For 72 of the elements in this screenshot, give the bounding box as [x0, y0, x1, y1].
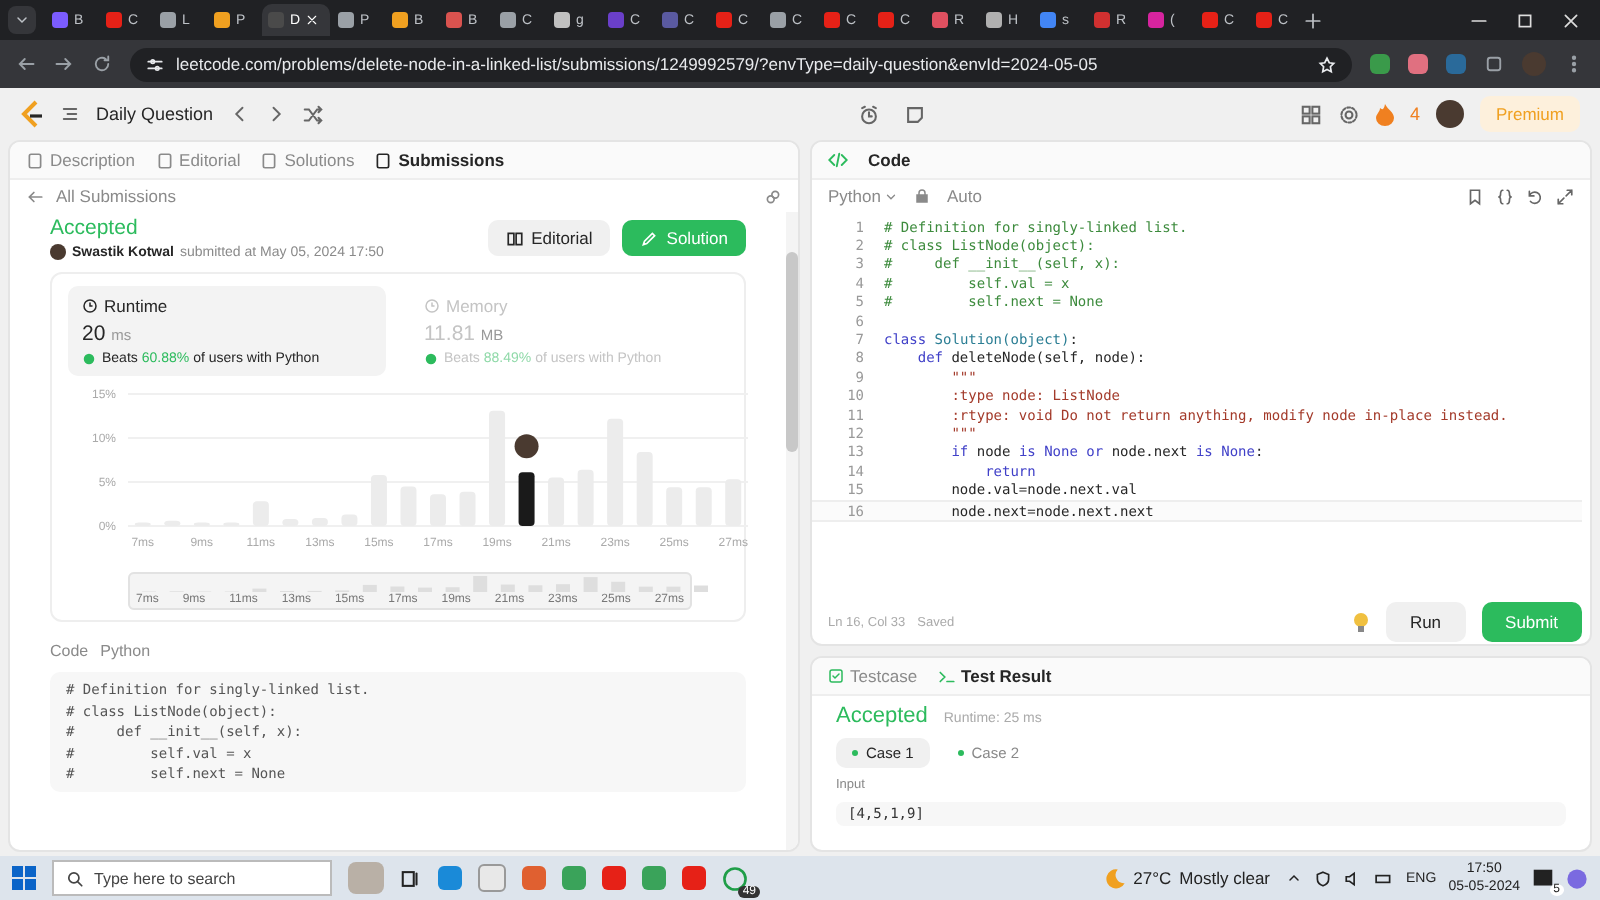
- list-icon[interactable]: [60, 104, 80, 124]
- chevron-down-icon: [14, 12, 30, 28]
- clock-icon: [82, 298, 98, 314]
- avatar-marker: [514, 434, 539, 459]
- reload-icon[interactable]: [92, 54, 112, 74]
- back-arrow-icon[interactable]: [26, 187, 44, 205]
- flame-icon: [1375, 103, 1394, 125]
- shuffle-icon[interactable]: [301, 103, 324, 125]
- alarm-clock-icon[interactable]: [857, 103, 880, 125]
- app-icon[interactable]: [682, 866, 706, 890]
- stat-title: Runtime: [104, 296, 168, 316]
- shield-icon[interactable]: [1314, 869, 1333, 887]
- panel-tab[interactable]: Submissions: [374, 150, 505, 170]
- windows-start-icon[interactable]: [12, 866, 36, 890]
- app-icon[interactable]: [438, 866, 462, 890]
- terminal-icon: [937, 667, 956, 685]
- copilot-icon[interactable]: [1566, 867, 1588, 889]
- logo-icon[interactable]: [20, 100, 44, 128]
- back-arrow-icon[interactable]: [16, 54, 36, 74]
- code-label: Code: [50, 642, 89, 660]
- battery-icon[interactable]: [1374, 869, 1395, 887]
- highlighted-bar: [518, 472, 535, 526]
- panel-title: Code: [868, 150, 911, 170]
- undo-icon[interactable]: [1526, 187, 1544, 205]
- edit-icon: [640, 229, 659, 247]
- task-view-icon[interactable]: [400, 867, 422, 889]
- settings-icon[interactable]: [1337, 103, 1360, 125]
- plus-icon[interactable]: [1304, 11, 1322, 29]
- chevron-up-icon[interactable]: [1286, 870, 1303, 886]
- grid-icon[interactable]: [1299, 103, 1322, 125]
- result-status: Accepted: [836, 704, 928, 728]
- streak-count: 4: [1409, 104, 1420, 124]
- chevron-down-icon: [884, 189, 899, 203]
- expand-icon[interactable]: [1556, 187, 1574, 205]
- status-dot-icon: [852, 750, 858, 756]
- braces-icon[interactable]: [1496, 187, 1514, 205]
- link-icon[interactable]: [764, 187, 782, 205]
- temperature: 27°C: [1133, 868, 1172, 888]
- all-submissions-link[interactable]: All Submissions: [56, 186, 176, 206]
- search-icon: [66, 869, 84, 887]
- code-icon: [828, 150, 848, 170]
- address-bar[interactable]: leetcode.com/problems/delete-node-in-a-linked-list/submissions/1249992579/?envType=daily-question&envId=2024-05-05: [130, 47, 1352, 81]
- maximize-icon[interactable]: [1516, 11, 1534, 29]
- profile-avatar[interactable]: [1435, 100, 1464, 128]
- star-icon[interactable]: [1318, 55, 1336, 73]
- app-icon[interactable]: [602, 866, 626, 890]
- language-label: Python: [100, 642, 151, 660]
- run-button[interactable]: Run: [1385, 602, 1466, 642]
- auto-mode-label[interactable]: Auto: [946, 186, 982, 206]
- close-icon[interactable]: [1562, 11, 1580, 29]
- lock-icon: [914, 188, 931, 204]
- taskbar-search-field[interactable]: Type here to search: [52, 860, 332, 896]
- language-dropdown[interactable]: Python: [828, 186, 899, 206]
- console-tab[interactable]: Test Result: [937, 666, 1052, 686]
- forward-arrow-icon[interactable]: [54, 54, 74, 74]
- stat-title: Memory: [446, 296, 508, 316]
- moon-icon: [1103, 867, 1126, 889]
- author-avatar: [50, 244, 66, 260]
- scrollbar[interactable]: [786, 212, 798, 850]
- checkbox-icon: [828, 668, 844, 684]
- bookmark-icon[interactable]: [1466, 187, 1484, 205]
- weather-text: Mostly clear: [1179, 868, 1271, 888]
- site-settings-icon: [146, 55, 164, 73]
- submission-status: Accepted: [50, 216, 140, 240]
- status-dot-icon: [957, 750, 964, 756]
- tab-search-button[interactable]: [8, 6, 36, 34]
- note-icon[interactable]: [903, 103, 926, 125]
- app-icon[interactable]: [522, 866, 546, 890]
- notification-icon[interactable]: [1532, 867, 1554, 889]
- daily-question-link[interactable]: Daily Question: [96, 104, 214, 124]
- editorial-button[interactable]: Editorial: [487, 220, 611, 256]
- bulb-icon[interactable]: [1351, 612, 1370, 632]
